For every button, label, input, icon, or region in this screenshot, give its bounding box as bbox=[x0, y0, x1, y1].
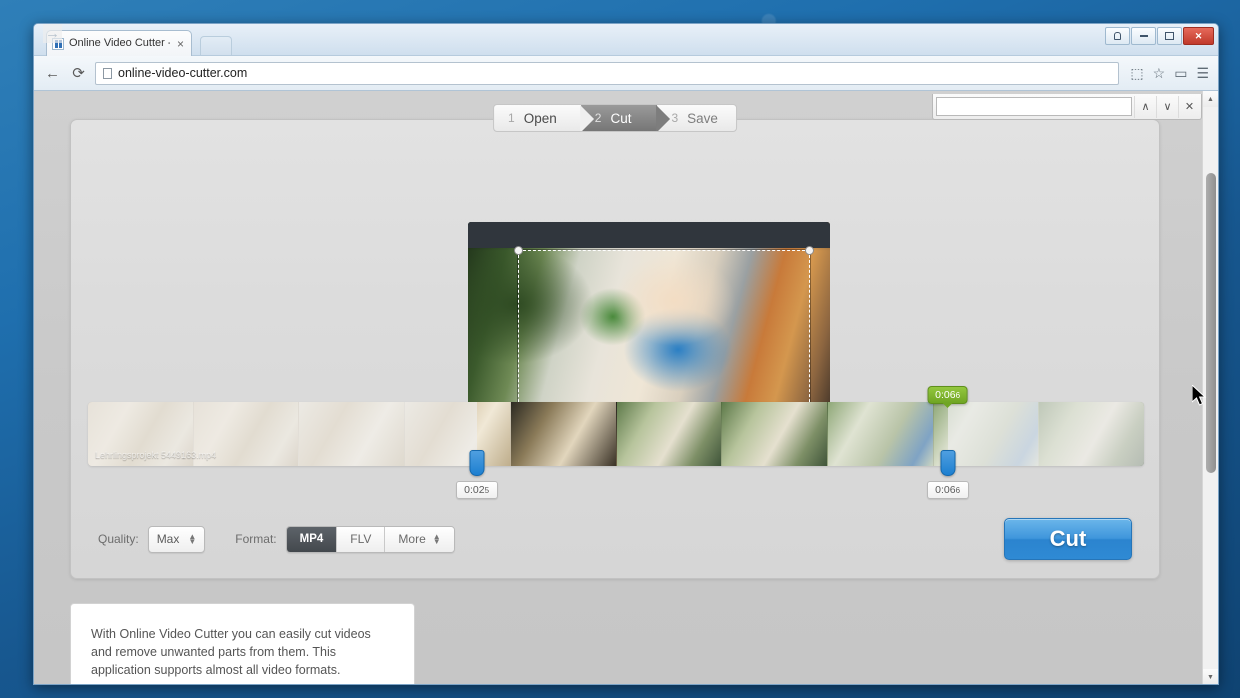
step-save-label: Save bbox=[687, 110, 718, 126]
scrollbar-thumb[interactable] bbox=[1206, 173, 1216, 473]
window-controls: ✕ bbox=[1105, 27, 1214, 45]
tab-title: Online Video Cutter - C bbox=[69, 38, 170, 49]
end-time-label: 0:066 bbox=[926, 481, 969, 499]
tab-close-icon[interactable]: × bbox=[175, 38, 186, 50]
filmstrip-frame bbox=[510, 402, 617, 466]
filmstrip-frame bbox=[616, 402, 723, 466]
filmstrip-frame bbox=[405, 402, 511, 466]
end-handle-grip[interactable] bbox=[940, 450, 956, 476]
browser-tab[interactable]: Online Video Cutter - C × bbox=[46, 30, 192, 56]
spinner-icon: ▲ ▼ bbox=[188, 532, 197, 546]
menu-icon[interactable]: ☰ bbox=[1196, 66, 1209, 80]
page-viewport: ∧ ∨ ✕ 1 Open 2 Cut 3 Save Lehrlingsproje… bbox=[34, 91, 1218, 684]
minimize-button[interactable] bbox=[1131, 27, 1156, 45]
step-open[interactable]: 1 Open bbox=[494, 105, 594, 131]
selection-end-badge: 0:066 bbox=[927, 386, 969, 404]
maximize-button[interactable] bbox=[1157, 27, 1182, 45]
info-card: With Online Video Cutter you can easily … bbox=[70, 603, 415, 684]
page-scrollbar[interactable]: ▲ ▼ bbox=[1202, 91, 1218, 684]
extension-icon[interactable]: ⬚ bbox=[1130, 66, 1143, 80]
format-option-mp4[interactable]: MP4 bbox=[286, 526, 338, 552]
find-next-icon[interactable]: ∨ bbox=[1156, 95, 1178, 118]
browser-tabstrip: Online Video Cutter - C × ✕ bbox=[34, 24, 1218, 56]
format-segmented-control: MP4 FLV More ▲ ▼ bbox=[285, 525, 455, 553]
step-save-number: 3 bbox=[671, 111, 679, 125]
format-option-more[interactable]: More ▲ ▼ bbox=[385, 526, 454, 552]
crop-selection[interactable] bbox=[514, 246, 814, 426]
video-cutter-panel: 1 Open 2 Cut 3 Save Lehrlingsprojekt 544… bbox=[70, 104, 1160, 579]
info-text: With Online Video Cutter you can easily … bbox=[91, 627, 371, 677]
scroll-up-icon[interactable]: ▲ bbox=[1203, 91, 1218, 107]
filmstrip-frame bbox=[722, 402, 828, 466]
step-wizard: 1 Open 2 Cut 3 Save bbox=[493, 104, 737, 132]
page-info-icon bbox=[103, 67, 112, 79]
quality-select[interactable]: Max ▲ ▼ bbox=[147, 525, 206, 553]
cast-icon[interactable]: ▭ bbox=[1174, 66, 1187, 80]
start-time-label: 0:025 bbox=[455, 481, 498, 499]
new-tab-button[interactable] bbox=[200, 36, 232, 55]
filmstrip-frame bbox=[1039, 402, 1144, 466]
reload-icon[interactable]: ⟳ bbox=[69, 64, 88, 83]
spinner-icon: ▲ ▼ bbox=[432, 532, 441, 546]
start-handle-grip[interactable] bbox=[469, 450, 485, 476]
browser-window: Online Video Cutter - C × ✕ ← → ⟳ online… bbox=[33, 23, 1219, 685]
find-close-icon[interactable]: ✕ bbox=[1178, 95, 1200, 118]
step-cut-number: 2 bbox=[594, 111, 602, 125]
cut-button[interactable]: Cut bbox=[1004, 518, 1132, 560]
step-open-number: 1 bbox=[508, 111, 515, 125]
crop-handle-top-left[interactable] bbox=[514, 246, 523, 255]
address-bar[interactable]: online-video-cutter.com bbox=[95, 61, 1120, 85]
format-option-flv[interactable]: FLV bbox=[337, 526, 386, 552]
video-frame bbox=[468, 222, 830, 428]
find-bar: ∧ ∨ ✕ bbox=[932, 94, 1202, 120]
address-bar-url: online-video-cutter.com bbox=[118, 66, 248, 80]
toolbar-icons: ⬚ ☆ ▭ ☰ bbox=[1126, 66, 1209, 80]
scroll-down-icon[interactable]: ▼ bbox=[1203, 669, 1218, 684]
user-profile-button[interactable] bbox=[1105, 27, 1130, 45]
timeline-track[interactable]: Lehrlingsprojekt 5449163.mp4 bbox=[88, 402, 1144, 466]
export-options-row: Quality: Max ▲ ▼ Format: MP4 FLV More ▲ ▼ … bbox=[71, 516, 1159, 562]
find-previous-icon[interactable]: ∧ bbox=[1134, 95, 1156, 118]
video-filename-watermark: Lehrlingsprojekt 5449163.mp4 bbox=[95, 450, 217, 460]
quality-value: Max bbox=[156, 532, 180, 546]
step-open-label: Open bbox=[523, 110, 557, 126]
video-letterbox-top bbox=[468, 222, 830, 248]
quality-label: Quality: bbox=[98, 532, 139, 546]
browser-toolbar: ← → ⟳ online-video-cutter.com ⬚ ☆ ▭ ☰ bbox=[34, 24, 1218, 91]
step-cut-label: Cut bbox=[610, 110, 632, 126]
find-input[interactable] bbox=[936, 97, 1132, 116]
close-window-button[interactable]: ✕ bbox=[1183, 27, 1214, 45]
filmstrip-frame bbox=[827, 402, 934, 466]
filmstrip-frame bbox=[299, 402, 406, 466]
favicon-icon bbox=[52, 37, 64, 50]
back-icon[interactable]: ← bbox=[43, 64, 62, 83]
format-more-label: More bbox=[398, 532, 426, 546]
bookmark-star-icon[interactable]: ☆ bbox=[1153, 66, 1166, 80]
format-label: Format: bbox=[235, 532, 277, 546]
filmstrip bbox=[88, 402, 1144, 466]
crop-handle-top-right[interactable] bbox=[805, 246, 814, 255]
